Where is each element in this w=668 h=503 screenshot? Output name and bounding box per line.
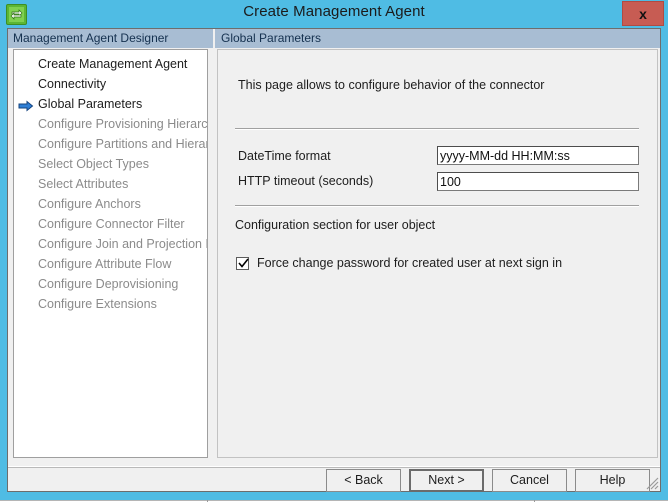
sidebar-item-label: Select Object Types (38, 157, 149, 171)
title-bar: Create Management Agent x (0, 0, 668, 28)
navigation-panel: Management Agent Designer Create Managem… (8, 29, 213, 463)
sidebar-item-create-management-agent[interactable]: Create Management Agent (14, 54, 207, 74)
content-body: This page allows to configure behavior o… (217, 49, 658, 458)
resize-grip[interactable] (643, 474, 659, 490)
navigation-scroll-gutter (208, 49, 212, 458)
sidebar-item-select-attributes: Select Attributes (14, 174, 207, 194)
dialog-client-area: Management Agent Designer Create Managem… (7, 28, 661, 492)
back-button[interactable]: < Back (326, 469, 401, 492)
sidebar-item-label: Configure Deprovisioning (38, 277, 178, 291)
footer-divider (8, 466, 660, 468)
sidebar-item-configure-deprovisioning: Configure Deprovisioning (14, 274, 207, 294)
sidebar-item-connectivity[interactable]: Connectivity (14, 74, 207, 94)
sidebar-item-configure-connector-filter: Configure Connector Filter (14, 214, 207, 234)
divider-top (235, 128, 639, 130)
dialog-footer: < Back Next > Cancel Help (8, 469, 660, 491)
force-change-password-row[interactable]: Force change password for created user a… (236, 255, 562, 271)
sidebar-item-configure-provisioning-hierarchy: Configure Provisioning Hierarchy (14, 114, 207, 134)
sidebar-item-label: Configure Extensions (38, 297, 157, 311)
sidebar-item-label: Configure Partitions and Hierarchies (38, 137, 208, 151)
sidebar-item-configure-join-and-projection-rules: Configure Join and Projection Rules (14, 234, 207, 254)
content-panel: Global Parameters This page allows to co… (215, 29, 660, 463)
datetime-format-input[interactable] (437, 146, 639, 165)
sidebar-item-label: Global Parameters (38, 97, 142, 111)
sidebar-item-label: Create Management Agent (38, 57, 187, 71)
sidebar-item-label: Configure Join and Projection Rules (38, 237, 208, 251)
sidebar-item-label: Select Attributes (38, 177, 128, 191)
checkmark-icon (238, 258, 249, 269)
datetime-format-label: DateTime format (238, 149, 331, 163)
navigation-list[interactable]: Create Management Agent Connectivity Glo… (13, 49, 208, 458)
sidebar-item-configure-extensions: Configure Extensions (14, 294, 207, 314)
intro-text: This page allows to configure behavior o… (238, 78, 544, 92)
sidebar-item-configure-attribute-flow: Configure Attribute Flow (14, 254, 207, 274)
cancel-button[interactable]: Cancel (492, 469, 567, 492)
force-change-password-label: Force change password for created user a… (257, 256, 562, 270)
sidebar-item-label: Connectivity (38, 77, 106, 91)
sidebar-item-label: Configure Provisioning Hierarchy (38, 117, 208, 131)
sidebar-item-label: Configure Connector Filter (38, 217, 185, 231)
dialog-window: Create Management Agent x Management Age… (0, 0, 668, 500)
sidebar-item-select-object-types: Select Object Types (14, 154, 207, 174)
http-timeout-input[interactable] (437, 172, 639, 191)
sidebar-item-global-parameters[interactable]: Global Parameters (14, 94, 207, 114)
close-button[interactable]: x (622, 1, 664, 26)
http-timeout-label: HTTP timeout (seconds) (238, 174, 373, 188)
help-button[interactable]: Help (575, 469, 650, 492)
divider-bottom (235, 205, 639, 207)
force-change-password-checkbox[interactable] (236, 257, 249, 270)
current-step-arrow-icon (18, 98, 34, 110)
sidebar-item-label: Configure Anchors (38, 197, 141, 211)
next-button[interactable]: Next > (409, 469, 484, 492)
sidebar-item-label: Configure Attribute Flow (38, 257, 171, 271)
user-object-section-title: Configuration section for user object (235, 218, 435, 232)
sidebar-item-configure-partitions-and-hierarchies: Configure Partitions and Hierarchies (14, 134, 207, 154)
sidebar-item-configure-anchors: Configure Anchors (14, 194, 207, 214)
window-title: Create Management Agent (0, 3, 668, 20)
navigation-header: Management Agent Designer (8, 29, 213, 48)
content-header: Global Parameters (215, 29, 660, 48)
